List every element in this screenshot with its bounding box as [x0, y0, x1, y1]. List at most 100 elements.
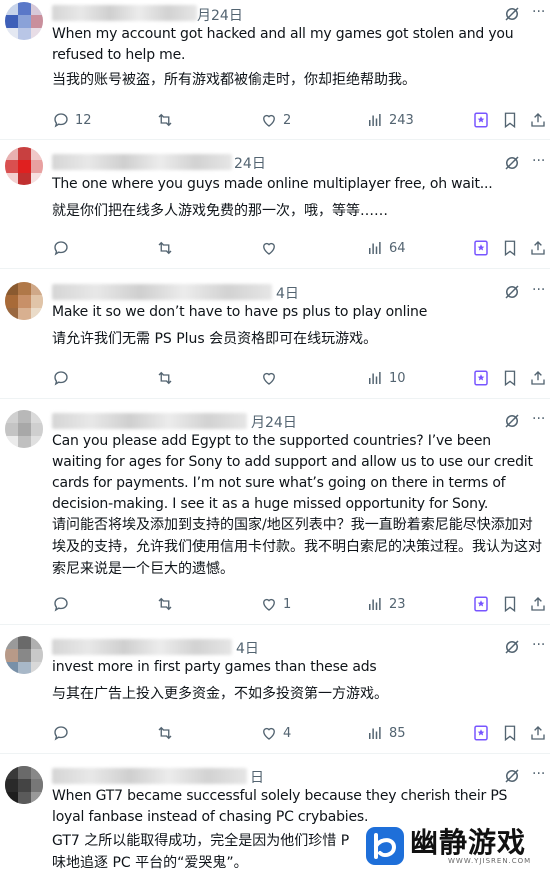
like-button[interactable]: 2 [260, 110, 291, 130]
share-icon [531, 241, 545, 255]
author-name-blurred[interactable] [52, 768, 247, 784]
author-name-blurred[interactable] [52, 413, 247, 429]
views-button[interactable]: 23 [366, 594, 406, 614]
grok-bookmark-button[interactable] [472, 368, 490, 388]
bookmark-icon [504, 240, 516, 257]
bookmark-button[interactable] [501, 110, 519, 130]
avatar[interactable] [5, 410, 43, 448]
grok-bookmark-button[interactable] [472, 723, 490, 743]
like-button[interactable]: 1 [260, 594, 291, 614]
repost-button[interactable] [156, 594, 179, 614]
bookmark-button[interactable] [501, 723, 519, 743]
more-icon[interactable]: ··· [532, 638, 548, 654]
share-button[interactable] [529, 238, 547, 258]
post-date[interactable]: 日 [250, 767, 264, 787]
bookmark-icon [504, 112, 516, 129]
bookmark-icon [504, 596, 516, 613]
action-bar: 12 2 243 [52, 110, 550, 130]
like-icon [263, 372, 275, 385]
divider [0, 624, 550, 625]
like-button[interactable]: 4 [260, 723, 291, 743]
post-date[interactable]: 24日 [234, 153, 266, 173]
author-name-blurred[interactable] [52, 154, 232, 170]
like-icon [263, 242, 275, 255]
views-button[interactable]: 85 [366, 723, 406, 743]
grok-bookmark-button[interactable] [472, 238, 490, 258]
repost-button[interactable] [156, 238, 179, 258]
share-icon [531, 371, 545, 385]
reply-button[interactable] [52, 368, 75, 388]
reply-text-zh: 就是你们把在线多人游戏免费的那一次，哦，等等…… [52, 203, 388, 219]
divider [0, 398, 550, 399]
repost-icon [158, 597, 172, 611]
reply-text-zh: 请问能否将埃及添加到支持的国家/地区列表中？我一直盼着索尼能尽快添加对埃及的支持… [52, 517, 542, 577]
watermark-logo-mark [366, 827, 404, 865]
more-icon[interactable]: ··· [532, 412, 548, 428]
grok-bookmark-button[interactable] [472, 110, 490, 130]
share-button[interactable] [529, 723, 547, 743]
reply-icon [54, 241, 68, 256]
like-button[interactable] [260, 238, 283, 258]
watermark-brand: 幽静游戏 [410, 826, 527, 859]
like-icon [263, 727, 275, 740]
reply-button[interactable] [52, 594, 75, 614]
repost-button[interactable] [156, 368, 179, 388]
like-count: 4 [283, 725, 292, 741]
avatar[interactable] [5, 147, 43, 185]
bookmark-button[interactable] [501, 594, 519, 614]
avatar[interactable] [5, 2, 43, 40]
bookmark-icon [504, 370, 516, 387]
grok-icon[interactable] [503, 638, 521, 656]
reply-button[interactable]: 12 [52, 110, 92, 130]
repost-button[interactable] [156, 723, 179, 743]
repost-icon [158, 726, 172, 740]
post-date[interactable]: 月24日 [251, 412, 297, 432]
grok-icon[interactable] [503, 154, 521, 172]
bookmark-button[interactable] [501, 368, 519, 388]
avatar[interactable] [5, 766, 43, 804]
bookmark-icon [504, 725, 516, 742]
grok-icon [474, 112, 488, 128]
grok-icon[interactable] [503, 412, 521, 430]
views-icon [369, 114, 381, 126]
reply-count: 12 [75, 112, 92, 128]
reply-text-en: The one where you guys made online multi… [52, 176, 493, 192]
views-icon [369, 242, 381, 254]
reply-text-zh: 请允许我们无需 PS Plus 会员资格即可在线玩游戏。 [52, 331, 378, 347]
reply-button[interactable] [52, 723, 75, 743]
author-name-blurred[interactable] [52, 284, 272, 300]
post-date[interactable]: 4日 [236, 638, 259, 658]
like-button[interactable] [260, 368, 283, 388]
divider [0, 139, 550, 140]
post-date[interactable]: 4日 [276, 283, 299, 303]
divider [0, 268, 550, 269]
reply-button[interactable] [52, 238, 75, 258]
grok-icon [474, 596, 488, 612]
more-icon[interactable]: ··· [532, 5, 548, 21]
grok-icon[interactable] [503, 283, 521, 301]
views-button[interactable]: 10 [366, 368, 406, 388]
more-icon[interactable]: ··· [532, 154, 548, 170]
more-icon[interactable]: ··· [532, 767, 548, 783]
grok-bookmark-button[interactable] [472, 594, 490, 614]
share-button[interactable] [529, 368, 547, 388]
more-icon[interactable]: ··· [532, 283, 548, 299]
share-button[interactable] [529, 594, 547, 614]
avatar[interactable] [5, 636, 43, 674]
repost-button[interactable] [156, 110, 179, 130]
repost-icon [158, 241, 172, 255]
bookmark-button[interactable] [501, 238, 519, 258]
author-name-blurred[interactable] [52, 5, 197, 21]
share-icon [531, 726, 545, 740]
reply-text-en: Make it so we don’t have to have ps plus… [52, 304, 428, 320]
grok-icon[interactable] [503, 767, 521, 785]
views-button[interactable]: 64 [366, 238, 406, 258]
share-button[interactable] [529, 110, 547, 130]
post-date[interactable]: 月24日 [197, 5, 243, 25]
views-icon [369, 598, 381, 610]
avatar[interactable] [5, 282, 43, 320]
views-button[interactable]: 243 [366, 110, 414, 130]
grok-icon[interactable] [503, 5, 521, 23]
author-name-blurred[interactable] [52, 639, 232, 655]
grok-icon [474, 725, 488, 741]
